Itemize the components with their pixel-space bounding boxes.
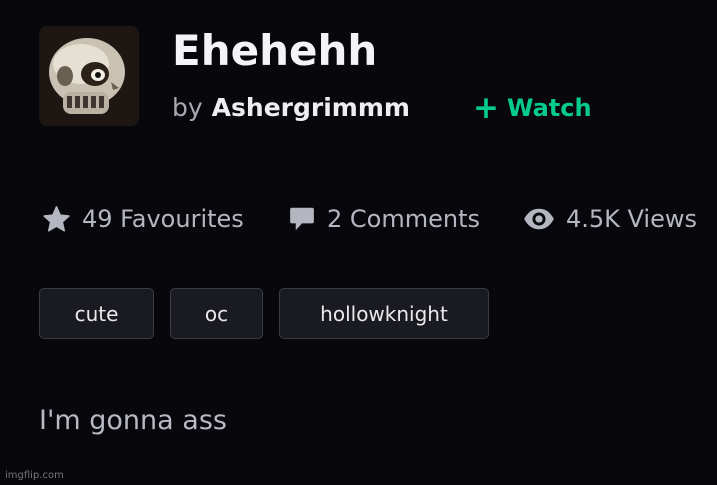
author-avatar[interactable] — [39, 26, 139, 126]
star-icon — [43, 205, 70, 232]
deviation-description: I'm gonna ass — [39, 405, 227, 436]
views-stat: 4.5K Views — [522, 200, 697, 238]
imgflip-watermark: imgflip.com — [5, 470, 64, 481]
watch-label: Watch — [506, 94, 592, 122]
tag-hollowknight[interactable]: hollowknight — [279, 288, 489, 339]
tag-oc[interactable]: oc — [170, 288, 263, 339]
views-count: 4.5K Views — [566, 205, 697, 233]
tag-cute[interactable]: cute — [39, 288, 154, 339]
deviation-title: Ehehehh — [172, 26, 378, 75]
plus-icon: + — [473, 90, 499, 126]
comment-bubble-icon — [290, 207, 314, 231]
skull-avatar-image — [39, 26, 139, 126]
comments-count: 2 Comments — [327, 205, 480, 233]
eye-icon — [524, 208, 554, 230]
favourites-stat[interactable]: 49 Favourites — [41, 200, 244, 238]
by-label: by — [172, 92, 203, 122]
author-link[interactable]: Ashergrimmm — [212, 93, 410, 122]
watch-button[interactable]: + Watch — [473, 91, 592, 125]
byline: by Ashergrimmm — [172, 89, 410, 125]
comments-stat[interactable]: 2 Comments — [287, 200, 480, 238]
favourites-count: 49 Favourites — [82, 205, 244, 233]
